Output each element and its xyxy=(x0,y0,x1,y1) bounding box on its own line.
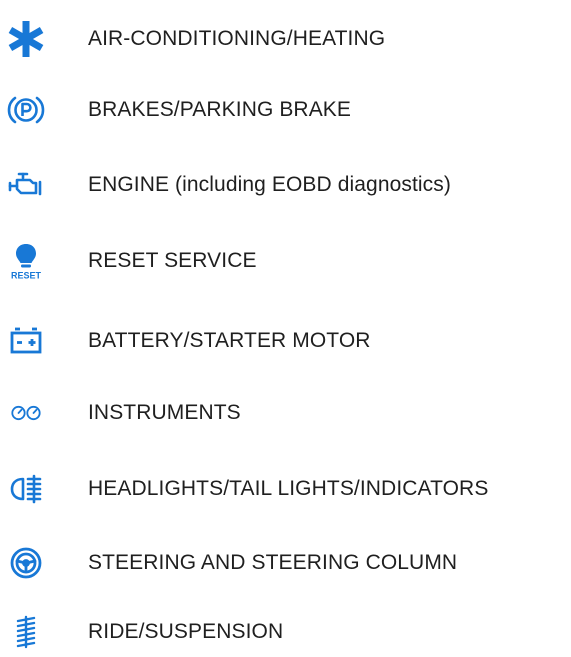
instruments-gauges-icon xyxy=(4,391,48,435)
air-conditioning-snowflake-icon xyxy=(4,17,48,61)
parking-brake-icon xyxy=(4,88,48,132)
engine-icon xyxy=(4,163,48,207)
list-item-brakes[interactable]: BRAKES/PARKING BRAKE xyxy=(0,85,571,135)
category-label: STEERING AND STEERING COLUMN xyxy=(88,551,458,574)
suspension-icon xyxy=(4,610,48,654)
category-label: BATTERY/STARTER MOTOR xyxy=(88,329,371,352)
category-label: HEADLIGHTS/TAIL LIGHTS/INDICATORS xyxy=(88,477,489,500)
steering-wheel-icon xyxy=(4,541,48,585)
list-item-suspension[interactable]: RIDE/SUSPENSION xyxy=(0,607,571,657)
category-label: RESET SERVICE xyxy=(88,249,257,272)
list-item-instruments[interactable]: INSTRUMENTS xyxy=(0,388,571,438)
category-label: BRAKES/PARKING BRAKE xyxy=(88,98,352,121)
battery-icon xyxy=(4,319,48,363)
category-label: ENGINE (including EOBD diagnostics) xyxy=(88,173,451,196)
category-label: AIR-CONDITIONING/HEATING xyxy=(88,27,386,50)
list-item-reset-service[interactable]: RESET RESET SERVICE xyxy=(0,236,571,286)
list-item-steering[interactable]: STEERING AND STEERING COLUMN xyxy=(0,538,571,588)
headlight-icon xyxy=(4,467,48,511)
category-label: INSTRUMENTS xyxy=(88,401,241,424)
list-item-headlights[interactable]: HEADLIGHTS/TAIL LIGHTS/INDICATORS xyxy=(0,464,571,514)
category-label: RIDE/SUSPENSION xyxy=(88,620,284,643)
reset-service-bulb-icon: RESET xyxy=(4,239,48,283)
list-item-engine[interactable]: ENGINE (including EOBD diagnostics) xyxy=(0,160,571,210)
reset-icon-text: RESET xyxy=(11,271,42,281)
list-item-air-conditioning[interactable]: AIR-CONDITIONING/HEATING xyxy=(0,14,571,64)
list-item-battery[interactable]: BATTERY/STARTER MOTOR xyxy=(0,316,571,366)
